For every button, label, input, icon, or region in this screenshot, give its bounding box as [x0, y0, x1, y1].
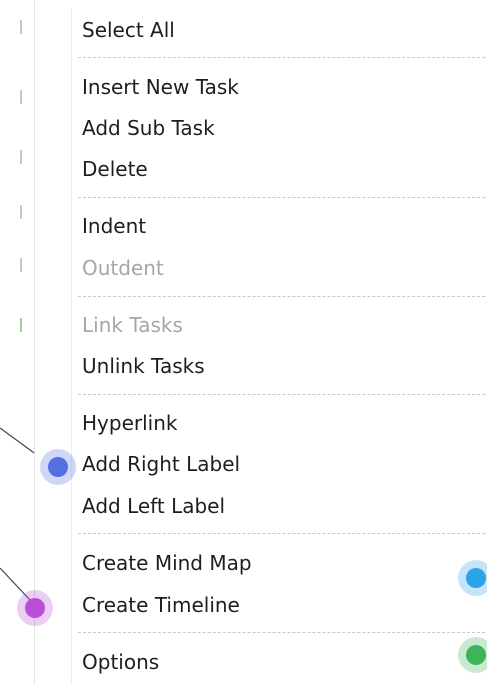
purple-marker-icon[interactable] [17, 590, 53, 626]
menu-item-options[interactable]: Options [82, 642, 487, 682]
menu-icon-gutter [35, 8, 72, 685]
menu-item-add-sub-task[interactable]: Add Sub Task [82, 108, 487, 148]
menu-item-select-all[interactable]: Select All [82, 10, 487, 50]
canvas-tick [20, 150, 22, 164]
menu-separator [78, 632, 487, 633]
cyan-marker-core [466, 568, 486, 588]
menu-item-insert-new-task[interactable]: Insert New Task [82, 67, 487, 107]
canvas-tick [20, 318, 22, 332]
menu-item-indent[interactable]: Indent [82, 206, 487, 246]
cyan-marker-icon[interactable] [458, 560, 487, 596]
blue-marker-core [48, 457, 68, 477]
menu-separator [78, 394, 487, 395]
menu-item-hyperlink[interactable]: Hyperlink [82, 403, 487, 443]
canvas-tick [20, 90, 22, 104]
menu-item-create-timeline[interactable]: Create Timeline [82, 585, 487, 625]
menu-item-delete[interactable]: Delete [82, 149, 487, 189]
menu-separator [78, 296, 487, 297]
canvas-tick [20, 205, 22, 219]
menu-item-link-tasks: Link Tasks [82, 313, 183, 337]
green-marker-core [466, 645, 486, 665]
menu-item-create-mind-map[interactable]: Create Mind Map [82, 543, 487, 583]
menu-separator [78, 197, 487, 198]
menu-item-add-left-label[interactable]: Add Left Label [82, 486, 487, 526]
menu-separator [78, 57, 487, 58]
blue-marker-icon[interactable] [40, 449, 76, 485]
context-menu: Select All Insert New Task Add Sub Task … [34, 0, 487, 685]
menu-item-add-right-label[interactable]: Add Right Label [82, 444, 487, 484]
canvas-tick [20, 20, 22, 34]
canvas-tick [20, 258, 22, 272]
menu-separator [78, 533, 487, 534]
menu-item-unlink-tasks[interactable]: Unlink Tasks [82, 346, 487, 386]
canvas-background [0, 0, 34, 685]
purple-marker-core [25, 598, 45, 618]
green-marker-icon[interactable] [458, 637, 487, 673]
menu-item-outdent: Outdent [82, 256, 164, 280]
